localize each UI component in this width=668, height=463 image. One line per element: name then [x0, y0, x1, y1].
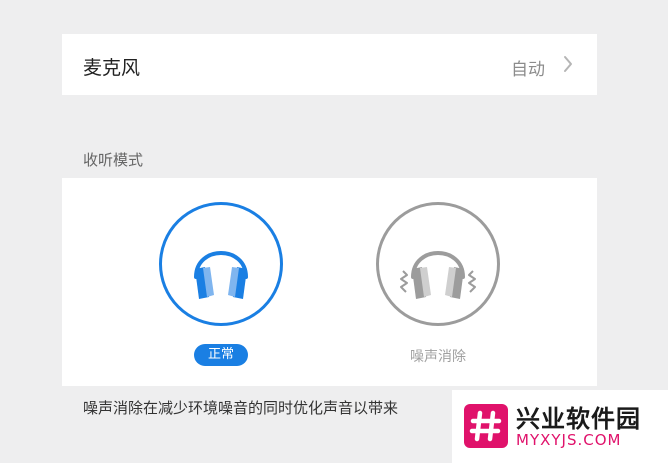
chevron-right-icon [563, 55, 573, 77]
microphone-row[interactable]: 麦克风 自动 [62, 34, 597, 95]
microphone-label: 麦克风 [83, 57, 141, 79]
mode-option-noise-cancel[interactable]: 噪声消除 [376, 202, 500, 372]
mode-normal-label: 正常 [194, 344, 248, 366]
watermark-url: MYXYJS.COM [516, 431, 622, 449]
mode-description: 噪声消除在减少环境噪音的同时优化声音以带来 [83, 399, 399, 417]
microphone-value: 自动 [511, 60, 545, 80]
headphones-noise-icon [400, 251, 476, 299]
listening-mode-title: 收听模式 [83, 151, 144, 169]
listening-mode-card: 正常 噪声消除 [62, 178, 597, 386]
mode-normal-circle[interactable] [159, 202, 283, 326]
watermark-title: 兴业软件园 [516, 405, 641, 433]
headphones-icon [194, 251, 248, 299]
watermark-logo-icon [464, 404, 508, 448]
mode-noise-cancel-label: 噪声消除 [410, 349, 466, 365]
watermark: 兴业软件园 MYXYJS.COM [452, 390, 668, 463]
mode-option-normal[interactable]: 正常 [159, 202, 283, 372]
mode-noise-cancel-circle[interactable] [376, 202, 500, 326]
